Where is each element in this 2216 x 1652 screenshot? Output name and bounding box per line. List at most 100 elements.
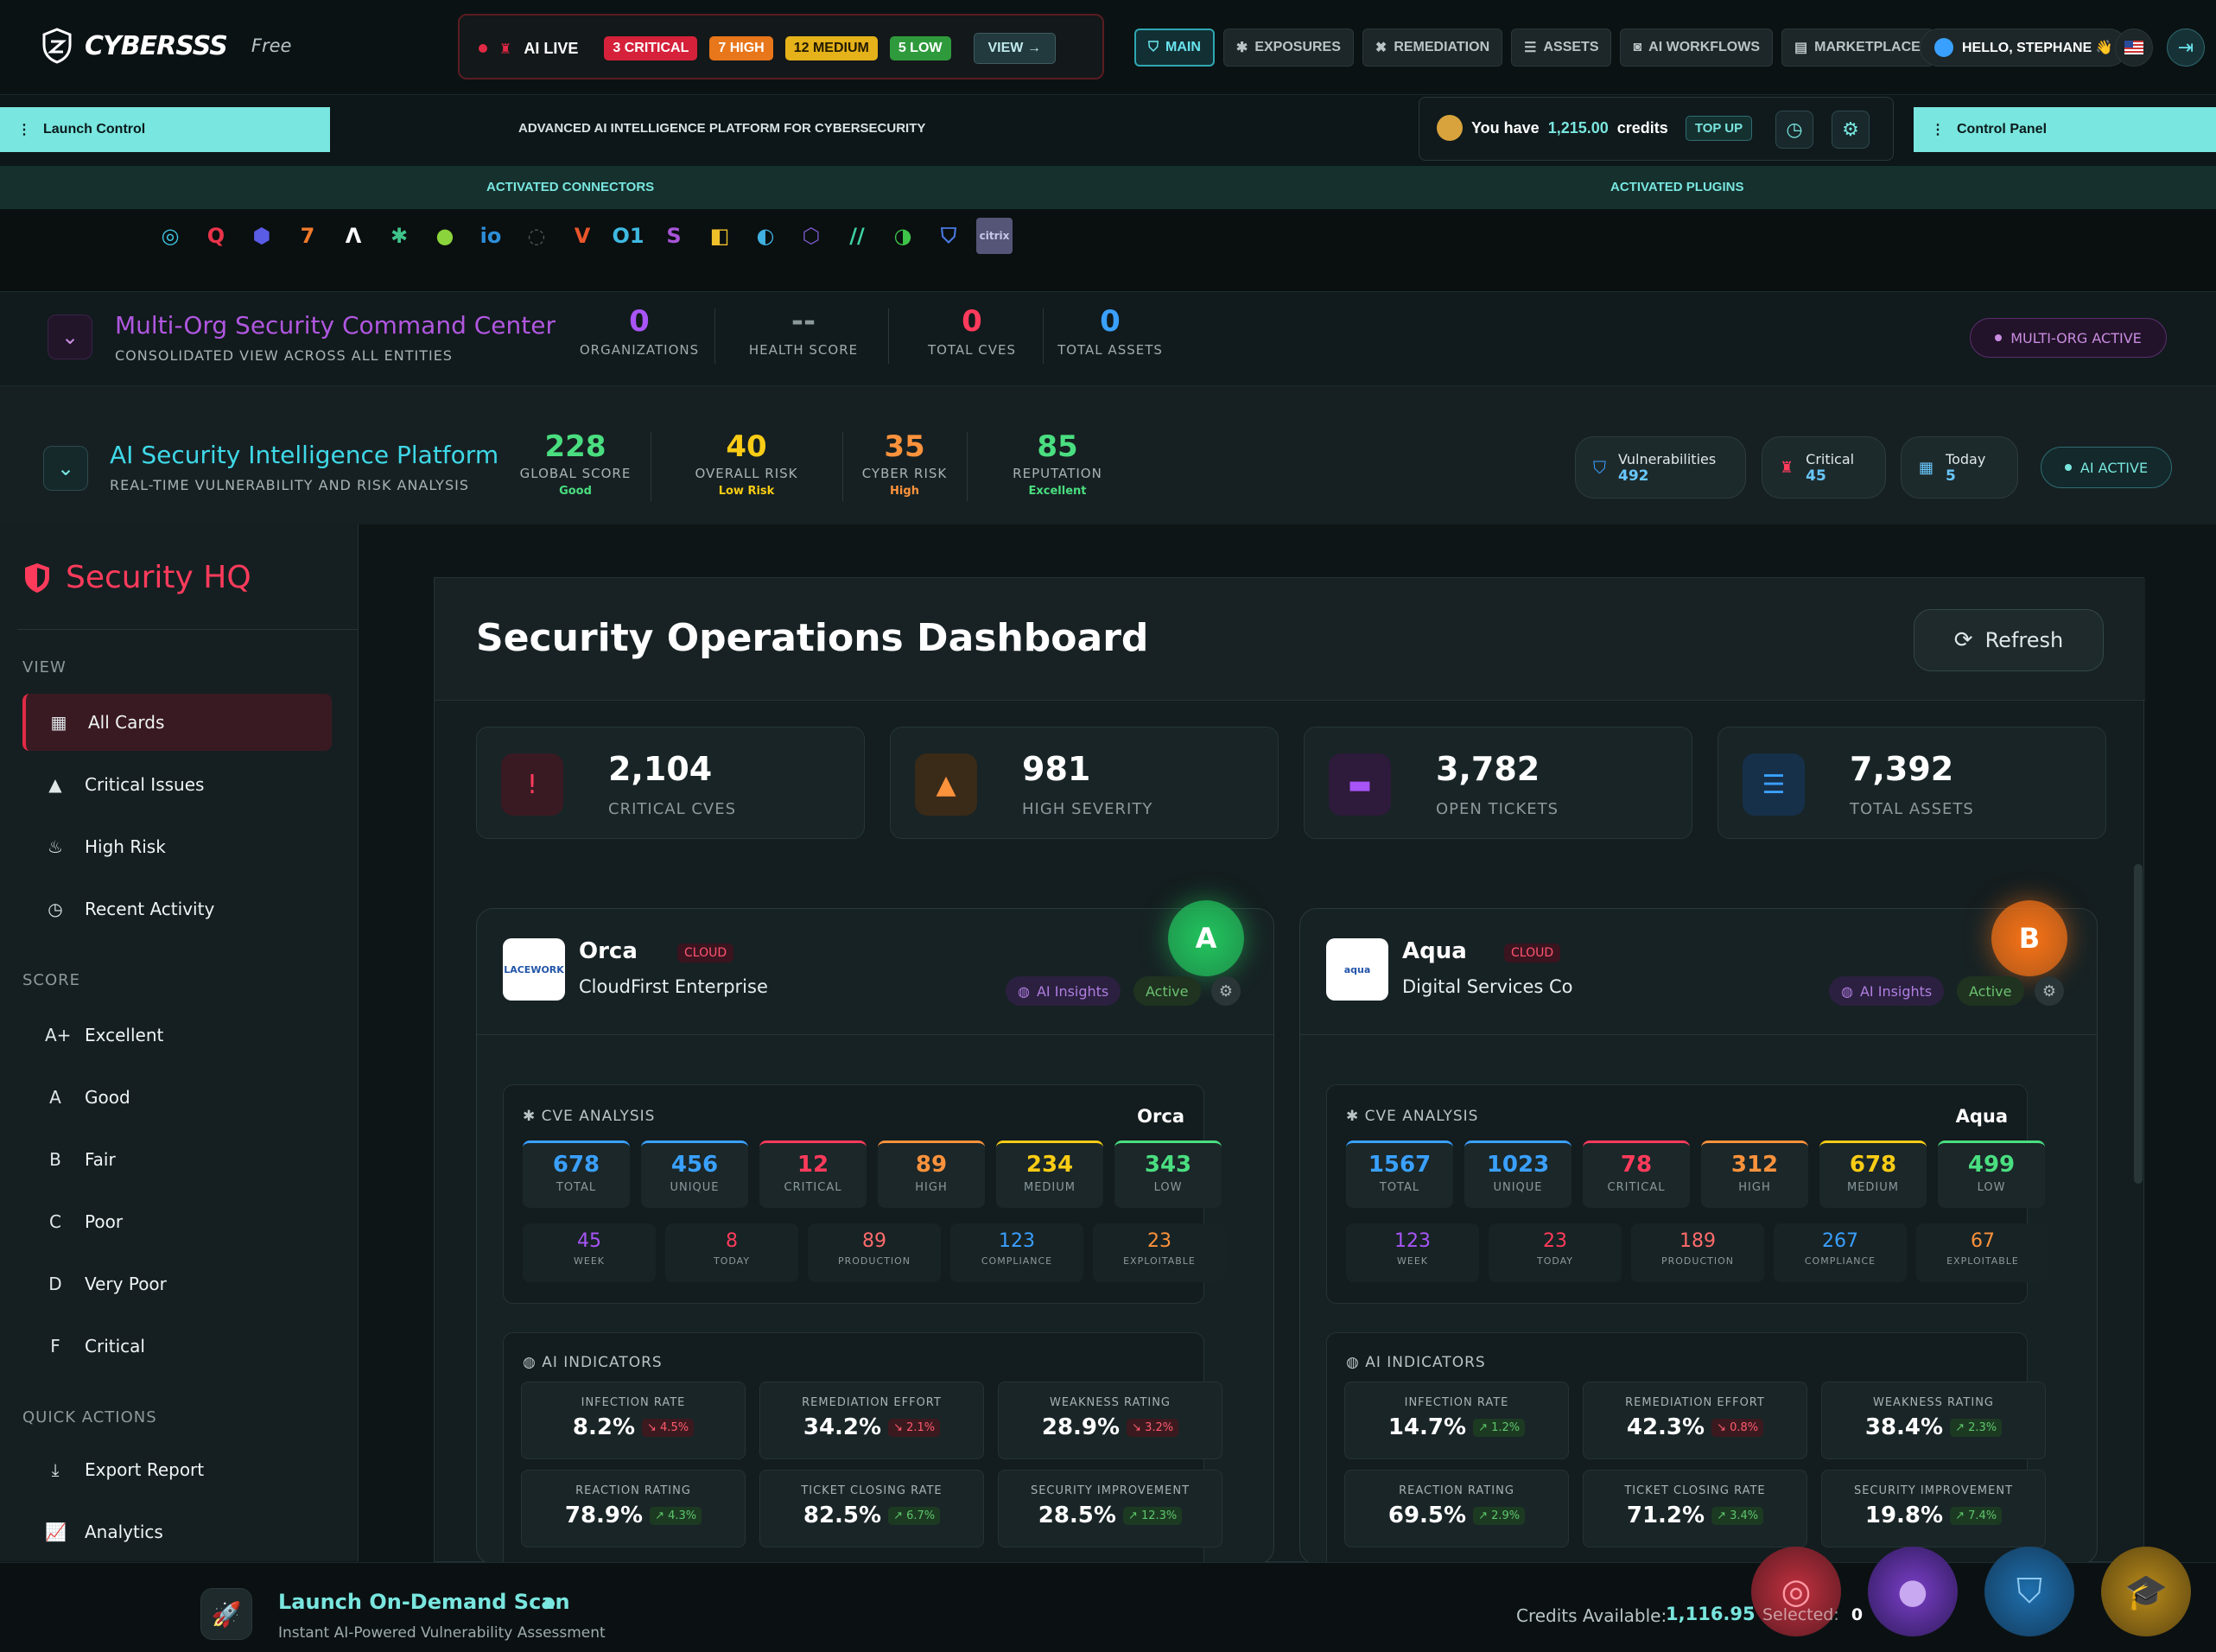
refresh-button[interactable]: ⟳ Refresh xyxy=(1914,609,2104,671)
tab-marketplace[interactable]: ▤ MARKETPLACE xyxy=(1781,29,1933,67)
ai-indicator[interactable]: SECURITY IMPROVEMENT 28.5% ↗ 12.3% xyxy=(998,1470,1222,1547)
connector-icon[interactable]: V xyxy=(564,218,600,254)
cve-stat[interactable]: 343 LOW xyxy=(1114,1141,1222,1208)
chevron-down-icon[interactable]: ⌄ xyxy=(43,446,88,491)
ai-indicator[interactable]: REMEDIATION EFFORT 34.2% ↘ 2.1% xyxy=(759,1382,984,1459)
graduation-cap-icon[interactable]: 🎓 xyxy=(2101,1547,2191,1636)
cve-sub-stat[interactable]: 8 TODAY xyxy=(665,1223,798,1282)
sidebar-item-score[interactable]: B Fair xyxy=(22,1131,332,1188)
connector-icon[interactable]: S xyxy=(656,218,692,254)
launch-control-button[interactable]: ⋮ Launch Control xyxy=(0,107,330,152)
connector-icon[interactable]: Λ xyxy=(335,218,371,254)
scan-title[interactable]: Launch On-Demand Scan xyxy=(278,1590,570,1614)
cve-sub-stat[interactable]: 267 COMPLIANCE xyxy=(1774,1223,1907,1282)
connector-icon[interactable]: ⛉ xyxy=(930,218,967,254)
settings-gear-icon[interactable]: ⚙ xyxy=(1832,111,1870,149)
medium-alert-badge[interactable]: 12 MEDIUM xyxy=(784,36,878,60)
cve-sub-stat[interactable]: 45 WEEK xyxy=(523,1223,656,1282)
ai-indicator[interactable]: INFECTION RATE 14.7% ↗ 1.2% xyxy=(1344,1382,1569,1459)
gear-icon[interactable]: ⚙ xyxy=(1211,976,1241,1006)
cve-stat[interactable]: 312 HIGH xyxy=(1701,1141,1808,1208)
connector-icon[interactable]: ◐ xyxy=(747,218,784,254)
sidebar-item-recent-activity[interactable]: ◷ Recent Activity xyxy=(22,880,332,937)
brand-logo[interactable]: CYBERSSS Free xyxy=(41,28,291,64)
view-alerts-button[interactable]: VIEW → xyxy=(973,33,1056,64)
ai-insights-button[interactable]: ◍ AI Insights xyxy=(1006,976,1121,1006)
sidebar-item-score[interactable]: F Critical xyxy=(22,1318,332,1375)
low-alert-badge[interactable]: 5 LOW xyxy=(889,36,951,60)
tab-assets[interactable]: ☰ ASSETS xyxy=(1511,29,1612,67)
cve-sub-stat[interactable]: 189 PRODUCTION xyxy=(1631,1223,1764,1282)
kpi-card[interactable]: ☰ 7,392 TOTAL ASSETS xyxy=(1718,727,2106,839)
gear-icon[interactable]: ⚙ xyxy=(2035,976,2064,1006)
sidebar-item-export-report[interactable]: ⤓ Export Report xyxy=(22,1443,332,1496)
ai-indicator[interactable]: REMEDIATION EFFORT 42.3% ↘ 0.8% xyxy=(1583,1382,1807,1459)
logout-icon[interactable]: ⇥ xyxy=(2167,29,2205,67)
tab-exposures[interactable]: ✱ EXPOSURES xyxy=(1222,29,1354,67)
control-panel-button[interactable]: ⋮ Control Panel xyxy=(1914,107,2216,152)
sidebar-item-critical-issues[interactable]: ▲ Critical Issues xyxy=(22,756,332,813)
kpi-card[interactable]: ! 2,104 CRITICAL CVES xyxy=(476,727,865,839)
connector-icon[interactable]: // xyxy=(839,218,875,254)
cve-stat[interactable]: 234 MEDIUM xyxy=(996,1141,1103,1208)
cve-sub-stat[interactable]: 67 EXPLOITABLE xyxy=(1916,1223,2049,1282)
ai-indicator[interactable]: TICKET CLOSING RATE 71.2% ↗ 3.4% xyxy=(1583,1470,1807,1547)
cve-stat[interactable]: 12 CRITICAL xyxy=(759,1141,867,1208)
connector-icon[interactable]: ⬡ xyxy=(793,218,829,254)
ai-indicator[interactable]: REACTION RATING 78.9% ↗ 4.3% xyxy=(521,1470,746,1547)
sidebar-item-high-risk[interactable]: ♨ High Risk xyxy=(22,818,332,875)
vendor-card[interactable]: aqua Aqua CLOUD Digital Services Co B ◍ AI Ins… xyxy=(1299,900,2098,1583)
user-menu[interactable]: HELLO, STEPHANE 👋 xyxy=(1920,29,2128,67)
sidebar-item-score[interactable]: A+ Excellent xyxy=(22,1007,332,1064)
cve-stat[interactable]: 1023 UNIQUE xyxy=(1464,1141,1572,1208)
connector-icon[interactable]: O1 xyxy=(610,218,646,254)
tab-ai-workflows[interactable]: ◙ AI WORKFLOWS xyxy=(1620,29,1774,67)
sidebar-item-score[interactable]: C Poor xyxy=(22,1193,332,1250)
ai-indicator[interactable]: INFECTION RATE 8.2% ↘ 4.5% xyxy=(521,1382,746,1459)
ai-indicator[interactable]: REACTION RATING 69.5% ↗ 2.9% xyxy=(1344,1470,1569,1547)
cve-stat[interactable]: 678 TOTAL xyxy=(523,1141,630,1208)
cve-sub-stat[interactable]: 23 TODAY xyxy=(1489,1223,1622,1282)
kpi-card[interactable]: ▬ 3,782 OPEN TICKETS xyxy=(1304,727,1692,839)
connector-icon[interactable]: io xyxy=(473,218,509,254)
cve-sub-stat[interactable]: 23 EXPLOITABLE xyxy=(1093,1223,1226,1282)
language-flag-icon[interactable] xyxy=(2115,29,2153,67)
ai-indicator[interactable]: TICKET CLOSING RATE 82.5% ↗ 6.7% xyxy=(759,1470,984,1547)
cve-stat[interactable]: 78 CRITICAL xyxy=(1583,1141,1690,1208)
critical-pill[interactable]: ♜ Critical 45 xyxy=(1762,436,1886,499)
connector-icon[interactable]: ◑ xyxy=(885,218,921,254)
rocket-icon[interactable]: 🚀 xyxy=(200,1588,252,1640)
connector-icon[interactable]: ◌ xyxy=(518,218,555,254)
vendor-card[interactable]: LACEWORK Orca CLOUD CloudFirst Enterprise A ◍… xyxy=(476,900,1274,1583)
connector-icon[interactable]: citrix xyxy=(976,218,1013,254)
ai-indicator[interactable]: WEAKNESS RATING 38.4% ↗ 2.3% xyxy=(1821,1382,2046,1459)
history-clock-icon[interactable]: ◷ xyxy=(1775,111,1813,149)
cve-stat[interactable]: 678 MEDIUM xyxy=(1819,1141,1927,1208)
connector-icon[interactable]: ◎ xyxy=(152,218,188,254)
cve-sub-stat[interactable]: 123 WEEK xyxy=(1346,1223,1479,1282)
connector-icon[interactable]: Q xyxy=(198,218,234,254)
critical-alert-badge[interactable]: 3 CRITICAL xyxy=(604,36,698,60)
sidebar-item-all-cards[interactable]: ▦ All Cards xyxy=(22,694,332,751)
cve-stat[interactable]: 1567 TOTAL xyxy=(1346,1141,1453,1208)
cve-stat[interactable]: 499 LOW xyxy=(1938,1141,2045,1208)
ai-insights-button[interactable]: ◍ AI Insights xyxy=(1829,976,1945,1006)
cve-stat[interactable]: 89 HIGH xyxy=(878,1141,985,1208)
cve-sub-stat[interactable]: 89 PRODUCTION xyxy=(808,1223,941,1282)
tab-main[interactable]: ⛉ MAIN xyxy=(1134,29,1215,67)
high-alert-badge[interactable]: 7 HIGH xyxy=(709,36,773,60)
connector-icon[interactable]: ◧ xyxy=(702,218,738,254)
scrollbar[interactable] xyxy=(2134,864,2143,1184)
cve-stat[interactable]: 456 UNIQUE xyxy=(641,1141,748,1208)
kpi-card[interactable]: ▲ 981 HIGH SEVERITY xyxy=(890,727,1279,839)
ai-indicator[interactable]: SECURITY IMPROVEMENT 19.8% ↗ 7.4% xyxy=(1821,1470,2046,1547)
top-up-button[interactable]: TOP UP xyxy=(1685,115,1753,141)
connector-icon[interactable]: ⬢ xyxy=(244,218,280,254)
ai-indicator[interactable]: WEAKNESS RATING 28.9% ↘ 3.2% xyxy=(998,1382,1222,1459)
sidebar-item-analytics[interactable]: 📈 Analytics xyxy=(22,1505,332,1559)
connector-icon[interactable]: ● xyxy=(427,218,463,254)
sidebar-item-score[interactable]: D Very Poor xyxy=(22,1255,332,1312)
cve-sub-stat[interactable]: 123 COMPLIANCE xyxy=(950,1223,1083,1282)
today-pill[interactable]: ▦ Today 5 xyxy=(1901,436,2018,499)
ai-orb-icon[interactable]: ● xyxy=(1868,1547,1958,1636)
